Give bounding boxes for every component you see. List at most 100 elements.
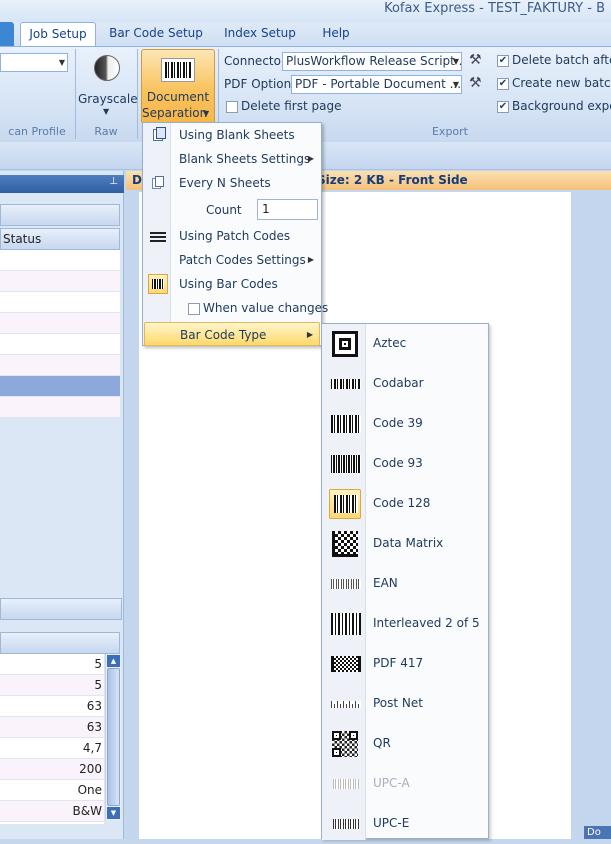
menu-item-label: Patch Codes Settings — [179, 253, 306, 267]
list-item-selected[interactable] — [0, 376, 120, 397]
barcode-type-label: UPC-A — [373, 776, 410, 790]
vertical-scrollbar[interactable]: ▲ ▼ — [105, 654, 121, 820]
connector-select[interactable]: PlusWorkflow Release Script ... ▼ — [282, 52, 462, 71]
properties-header — [0, 632, 120, 654]
barcode-type-label: Codabar — [373, 376, 424, 390]
list-item[interactable] — [0, 397, 120, 418]
document-separation-button[interactable]: Document Separation ▼ — [141, 49, 215, 124]
property-value: 4,7 — [82, 741, 102, 755]
list-item[interactable] — [0, 250, 120, 271]
menu-item-patch-codes-settings[interactable]: Patch Codes Settings ▶ — [144, 248, 320, 272]
barcode-type-codabar[interactable]: Codabar — [322, 364, 488, 404]
status-bar-tab[interactable]: Do — [584, 826, 611, 839]
create-batch-label: Create new batch a — [512, 76, 611, 90]
list-item[interactable] — [0, 334, 120, 355]
connector-value: PlusWorkflow Release Script ... — [286, 54, 462, 68]
menu-item-label: Blank Sheets Settings — [179, 152, 311, 166]
upce-icon — [329, 809, 361, 839]
postnet-icon — [329, 689, 361, 719]
tab-help[interactable]: Help — [316, 22, 356, 46]
data-matrix-icon — [329, 529, 361, 559]
scroll-thumb[interactable] — [107, 668, 120, 806]
background-export-label: Background export — [512, 99, 611, 113]
menu-item-bar-codes[interactable]: Using Bar Codes — [144, 272, 320, 296]
list-item[interactable] — [0, 292, 120, 313]
barcode-type-qr[interactable]: QR — [322, 724, 488, 764]
delete-first-page-checkbox[interactable] — [226, 101, 238, 113]
submenu-arrow-icon: ▶ — [306, 330, 313, 339]
barcode-type-label: Post Net — [373, 696, 423, 710]
delete-batch-checkbox[interactable]: ✔ — [497, 55, 509, 67]
scan-profile-combo[interactable]: ▼ — [0, 53, 68, 72]
aztec-icon — [329, 329, 361, 359]
barcode-type-label: Code 39 — [373, 416, 423, 430]
barcode-type-interleaved-2-of-5[interactable]: Interleaved 2 of 5 — [322, 604, 488, 644]
menu-item-label: Using Patch Codes — [179, 229, 291, 243]
barcode-type-upc-a[interactable]: UPC-A — [322, 764, 488, 804]
barcode-type-post-net[interactable]: Post Net — [322, 684, 488, 724]
grayscale-label: Grayscale — [78, 92, 138, 106]
barcode-type-code-39[interactable]: Code 39 — [322, 404, 488, 444]
list-item[interactable] — [0, 313, 120, 334]
properties-toolbar — [0, 598, 122, 620]
property-value: 63 — [86, 720, 102, 734]
pdf-settings-icon[interactable]: ⚒ — [469, 75, 487, 93]
document-header-prefix: D — [132, 173, 142, 187]
property-value: 200 — [79, 762, 102, 776]
create-batch-checkbox[interactable]: ✔ — [497, 78, 509, 90]
barcode-type-upc-e[interactable]: UPC-E — [322, 804, 488, 844]
grayscale-icon — [94, 55, 120, 81]
application-menu-button[interactable] — [0, 22, 14, 46]
barcode-type-label: UPC-E — [373, 816, 410, 830]
barcode-type-code-93[interactable]: Code 93 — [322, 444, 488, 484]
barcode-type-data-matrix[interactable]: Data Matrix — [322, 524, 488, 564]
menu-item-label: Every N Sheets — [179, 176, 271, 190]
scroll-up-icon[interactable]: ▲ — [107, 655, 120, 667]
barcode-type-code-128[interactable]: Code 128 — [322, 484, 488, 524]
pdf417-icon — [329, 649, 361, 679]
menu-item-patch-codes[interactable]: Using Patch Codes — [144, 224, 320, 248]
when-value-changes-checkbox[interactable] — [188, 303, 200, 315]
menu-item-bar-code-type[interactable]: Bar Code Type ▶ — [144, 322, 320, 346]
list-item[interactable] — [0, 271, 120, 292]
tab-bar-code-setup[interactable]: Bar Code Setup — [106, 22, 206, 46]
tab-index-setup[interactable]: Index Setup — [220, 22, 300, 46]
pdf-options-label: PDF Options — [224, 77, 298, 91]
group-label-scan-profile: can Profile — [8, 125, 66, 138]
pdf-options-value: PDF - Portable Document ... — [295, 77, 462, 91]
grayscale-button[interactable]: Grayscale ▼ — [78, 49, 138, 121]
scroll-down-icon[interactable]: ▼ — [107, 807, 120, 819]
blank-sheets-icon — [150, 127, 166, 143]
tab-job-setup[interactable]: Job Setup — [20, 22, 96, 46]
menu-item-blank-sheets-settings[interactable]: Blank Sheets Settings ▶ — [144, 147, 320, 171]
background-export-checkbox[interactable]: ✔ — [497, 101, 509, 113]
chevron-down-icon: ▼ — [452, 80, 459, 89]
menu-item-label: Using Blank Sheets — [179, 128, 295, 142]
properties-list: 5 5 63 63 4,7 200 One B&W — [0, 654, 104, 824]
barcode-type-aztec[interactable]: Aztec — [322, 324, 488, 364]
group-separator — [75, 49, 76, 139]
barcode-type-label: Data Matrix — [373, 536, 444, 550]
menu-item-label: Using Bar Codes — [179, 277, 278, 291]
qr-icon — [329, 729, 361, 759]
left-pane: ⊥ Status 5 5 63 63 4,7 200 One B&W ▲ ▼ — [0, 171, 124, 839]
barcode-type-pdf-417[interactable]: PDF 417 — [322, 644, 488, 684]
connector-settings-icon[interactable]: ⚒ — [469, 52, 487, 70]
menu-item-every-n-sheets[interactable]: Every N Sheets — [144, 171, 320, 195]
property-value: 5 — [94, 678, 102, 692]
count-row: Count 1 — [144, 197, 320, 223]
property-value: 63 — [86, 699, 102, 713]
list-item[interactable] — [0, 355, 120, 376]
document-separation-label-2: Separation — [142, 106, 208, 120]
code128-icon — [329, 489, 361, 519]
menu-item-blank-sheets[interactable]: Using Blank Sheets — [144, 123, 320, 147]
status-column-header[interactable]: Status — [0, 228, 120, 250]
barcode-icon — [148, 274, 168, 294]
count-input[interactable]: 1 — [257, 199, 318, 220]
pdf-options-select[interactable]: PDF - Portable Document ... ▼ — [291, 75, 462, 94]
barcode-type-label: Code 128 — [373, 496, 431, 510]
barcode-type-ean[interactable]: EAN — [322, 564, 488, 604]
code39-icon — [329, 409, 361, 439]
menu-item-when-value-changes[interactable]: When value changes — [144, 297, 328, 321]
pin-icon[interactable]: ⊥ — [109, 176, 118, 187]
